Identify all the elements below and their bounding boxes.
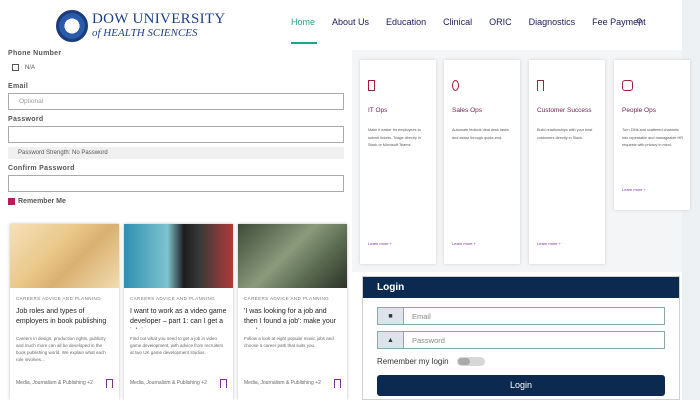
phone-na-text: N/A	[25, 64, 36, 71]
lock-icon: ▲	[378, 332, 404, 348]
email-field[interactable]: Optional	[8, 93, 344, 110]
email-label: Email	[8, 83, 29, 90]
password-strength: Password Strength: No Password	[8, 147, 344, 159]
card-excerpt: Careers in design, production rights, pu…	[16, 336, 106, 362]
team-title: Sales Ops	[452, 107, 482, 114]
remember-login-label: Remember my login	[377, 357, 449, 366]
card-category: CAREERS ADVICE AND PLANNING	[16, 296, 102, 301]
card-tag[interactable]: Media, Journalism & Publishing +2	[130, 380, 207, 386]
team-card-sales-ops[interactable]: Sales Ops Automate tedious deal desk tas…	[444, 60, 520, 264]
site-header: DOW UNIVERSITY of HEALTH SCIENCES Home A…	[0, 0, 700, 48]
card-category: CAREERS ADVICE AND PLANNING	[244, 296, 330, 301]
coin-icon	[452, 80, 459, 91]
login-email-field[interactable]: ■ Email	[377, 307, 665, 325]
login-panel: Login ■ Email ▲ Password Remember my log…	[362, 276, 680, 400]
card-title[interactable]: 'I was looking for a job and then I foun…	[244, 307, 341, 329]
logo-line-2: of HEALTH SCIENCES	[92, 27, 198, 39]
bookmark-icon[interactable]	[106, 379, 113, 388]
learn-more-link[interactable]: Learn more +	[622, 187, 646, 192]
nav-oric[interactable]: ORIC	[489, 17, 512, 27]
learn-more-link[interactable]: Learn more +	[537, 241, 561, 246]
team-card-customer-success[interactable]: Customer Success Build relationships wit…	[529, 60, 605, 264]
phone-label: Phone Number	[8, 50, 62, 57]
card-image-books	[10, 224, 119, 288]
nav-home[interactable]: Home	[291, 17, 315, 27]
card-tag[interactable]: Media, Journalism & Publishing +2	[16, 380, 93, 386]
nav-diagnostics[interactable]: Diagnostics	[529, 17, 576, 27]
remember-login-toggle[interactable]	[456, 357, 485, 366]
university-seal-icon	[56, 10, 88, 42]
team-description: Automate tedious deal desk tasks and ass…	[452, 128, 509, 140]
article-card[interactable]: CAREERS ADVICE AND PLANNING I want to wo…	[124, 224, 233, 400]
confirm-password-label: Confirm Password	[8, 165, 75, 172]
bookmark-icon[interactable]	[220, 379, 227, 388]
team-description: Build relationships with your best custo…	[537, 128, 593, 140]
team-description: Make it easier for employees to submit t…	[368, 128, 421, 147]
remember-me-label: Remember Me	[18, 198, 66, 205]
user-icon: ■	[378, 308, 404, 324]
team-title: IT Ops	[368, 107, 388, 114]
team-description: Turn DMs and scattered channels into rep…	[622, 128, 684, 147]
phone-na-checkbox[interactable]	[12, 64, 19, 71]
card-image-music	[238, 224, 347, 288]
university-logo[interactable]: DOW UNIVERSITY of HEALTH SCIENCES	[56, 10, 226, 42]
flag-icon	[537, 80, 544, 91]
email-placeholder: Email	[412, 312, 431, 321]
team-card-it-ops[interactable]: IT Ops Make it easier for employees to s…	[360, 60, 436, 264]
article-card[interactable]: CAREERS ADVICE AND PLANNING 'I was looki…	[238, 224, 347, 400]
team-card-people-ops[interactable]: People Ops Turn DMs and scattered channe…	[614, 60, 690, 210]
nav-clinical[interactable]: Clinical	[443, 17, 472, 27]
remember-me[interactable]: Remember Me	[8, 198, 66, 205]
logo-line-1: DOW UNIVERSITY	[92, 11, 226, 27]
card-title[interactable]: I want to work as a video game developer…	[130, 307, 227, 329]
search-icon[interactable]: ⚲	[636, 17, 643, 28]
people-icon	[622, 80, 633, 91]
nav-education[interactable]: Education	[386, 17, 426, 27]
password-placeholder: Password	[412, 336, 445, 345]
bookmark-icon[interactable]	[334, 379, 341, 388]
team-title: People Ops	[622, 107, 656, 114]
article-card[interactable]: CAREERS ADVICE AND PLANNING Job roles an…	[10, 224, 119, 400]
nav-about-us[interactable]: About Us	[332, 17, 369, 27]
main-nav: Home About Us Education Clinical ORIC Di…	[291, 17, 663, 27]
remember-login: Remember my login	[377, 357, 485, 366]
card-tag[interactable]: Media, Journalism & Publishing +2	[244, 380, 321, 386]
card-excerpt: Follow a look at eight popular music job…	[244, 336, 334, 348]
login-title: Login	[363, 277, 679, 298]
login-button[interactable]: Login	[377, 375, 665, 396]
login-password-field[interactable]: ▲ Password	[377, 331, 665, 349]
password-label: Password	[8, 116, 44, 123]
card-excerpt: Find out what you need to get a job in v…	[130, 336, 224, 355]
card-image-gamepad	[124, 224, 233, 288]
learn-more-link[interactable]: Learn more +	[368, 241, 392, 246]
team-title: Customer Success	[537, 107, 592, 114]
active-nav-underline	[291, 42, 317, 44]
learn-more-link[interactable]: Learn more +	[452, 241, 476, 246]
remember-me-checkbox[interactable]	[8, 198, 15, 205]
password-field[interactable]	[8, 126, 344, 143]
server-icon	[368, 80, 375, 91]
confirm-password-field[interactable]	[8, 175, 344, 192]
card-category: CAREERS ADVICE AND PLANNING	[130, 296, 216, 301]
phone-na-option[interactable]: N/A	[12, 64, 35, 71]
card-title[interactable]: Job roles and types of employers in book…	[16, 307, 113, 329]
